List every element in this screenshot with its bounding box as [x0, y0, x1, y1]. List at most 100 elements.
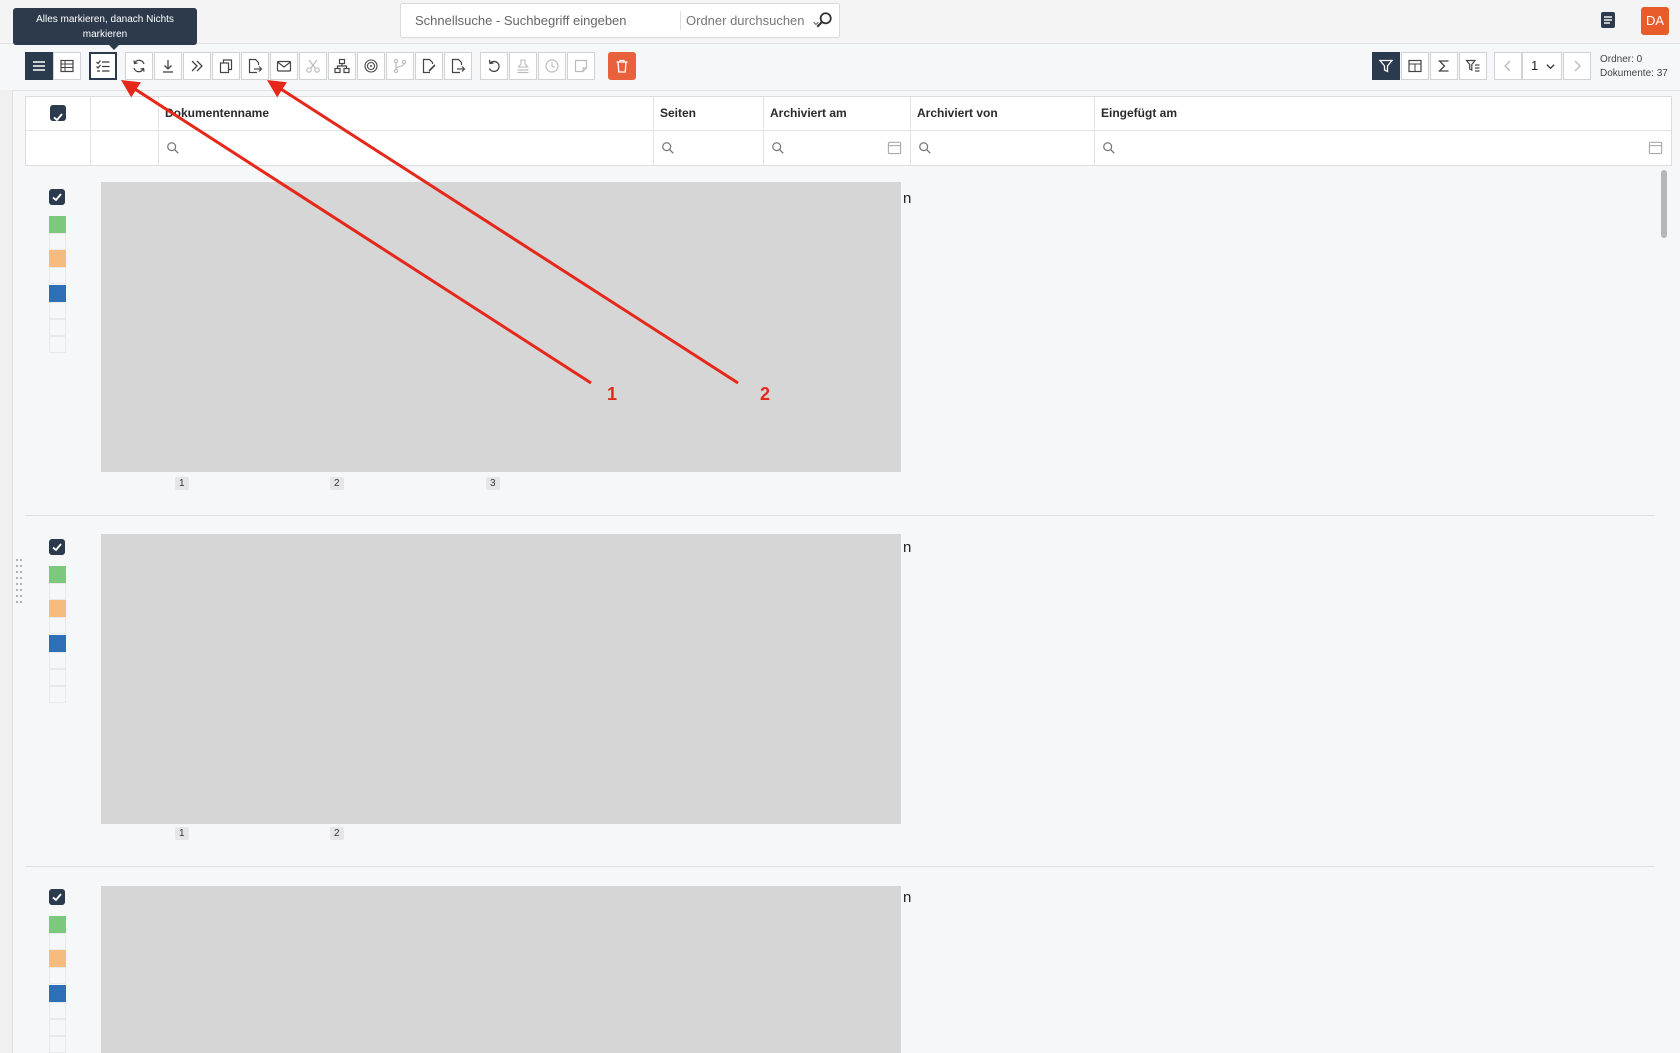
document-preview[interactable] [101, 886, 901, 1053]
columns-button[interactable] [1401, 52, 1429, 80]
row-checkbox[interactable] [49, 889, 65, 905]
column-header-pages[interactable]: Seiten [654, 97, 764, 129]
export-button[interactable] [241, 52, 269, 80]
select-all-button[interactable] [89, 52, 117, 80]
tag-empty[interactable] [49, 267, 66, 284]
forward-button[interactable] [183, 52, 211, 80]
row-checkbox[interactable] [49, 539, 65, 555]
tag-empty[interactable] [49, 319, 66, 336]
calendar-icon[interactable] [1648, 140, 1663, 155]
undo-icon [488, 59, 500, 73]
filter-archived-by[interactable] [911, 130, 1095, 165]
tag-green[interactable] [49, 216, 66, 233]
sum-button[interactable] [1430, 52, 1458, 80]
copy-button[interactable] [212, 52, 240, 80]
tag-empty[interactable] [49, 686, 66, 703]
tag-empty[interactable] [49, 233, 66, 250]
filter-button[interactable] [1372, 52, 1400, 80]
history-button[interactable] [538, 52, 566, 80]
checkmark-icon [52, 543, 62, 552]
undo-button[interactable] [480, 52, 508, 80]
select-all-checkbox[interactable] [50, 105, 66, 122]
copy-icon [219, 59, 233, 74]
document-preview[interactable] [101, 534, 901, 824]
search-input[interactable] [401, 4, 679, 37]
column-header-archived-by[interactable]: Archiviert von [911, 97, 1095, 129]
table-view-button[interactable] [53, 52, 81, 80]
tag-empty[interactable] [49, 336, 66, 353]
document-preview[interactable] [101, 182, 901, 472]
refresh-button[interactable] [125, 52, 153, 80]
envelope-icon [276, 60, 292, 72]
move-document-button[interactable] [444, 52, 472, 80]
fingerprint-button[interactable] [357, 52, 385, 80]
note-button[interactable] [567, 52, 595, 80]
grid-header: Dokumentenname Seiten Archiviert am Arch… [25, 96, 1672, 166]
tag-empty[interactable] [49, 652, 66, 669]
tag-empty[interactable] [49, 302, 66, 319]
search-scope-dropdown[interactable]: Ordner durchsuchen ⌄ [680, 11, 821, 30]
scrollbar[interactable] [1661, 170, 1667, 238]
filter-inserted-on[interactable] [1095, 130, 1671, 165]
page-select[interactable]: 1 [1522, 52, 1562, 80]
resize-handle-icon[interactable] [15, 556, 23, 606]
delete-button[interactable] [608, 52, 636, 80]
tag-empty[interactable] [49, 967, 66, 984]
tag-empty[interactable] [49, 617, 66, 634]
list-view-button[interactable] [25, 52, 53, 80]
cut-button[interactable] [299, 52, 327, 80]
table-row[interactable]: n 1 2 3 [25, 166, 1655, 516]
page-number[interactable]: 3 [486, 477, 500, 490]
next-page-button[interactable] [1563, 52, 1591, 80]
previous-page-button[interactable] [1494, 52, 1522, 80]
item-counts: Ordner: 0 Dokumente: 37 [1600, 53, 1668, 81]
row-checkbox[interactable] [49, 189, 65, 205]
search-icon[interactable] [815, 11, 833, 29]
tag-empty[interactable] [49, 1036, 66, 1053]
branch-icon [393, 58, 407, 74]
download-button[interactable] [154, 52, 182, 80]
download-icon [163, 60, 173, 73]
column-header-document-name[interactable]: Dokumentenname [159, 97, 654, 129]
tag-empty[interactable] [49, 669, 66, 686]
list-icon [33, 61, 45, 71]
tag-empty[interactable] [49, 583, 66, 600]
structure-button[interactable] [328, 52, 356, 80]
tag-orange[interactable] [49, 600, 66, 617]
branch-button[interactable] [386, 52, 414, 80]
fingerprint-icon [364, 59, 378, 73]
page-number[interactable]: 2 [330, 827, 344, 840]
edit-document-button[interactable] [415, 52, 443, 80]
tag-empty[interactable] [49, 1002, 66, 1019]
tag-orange[interactable] [49, 250, 66, 267]
column-header-inserted-on[interactable]: Eingefügt am [1095, 97, 1671, 129]
calendar-icon[interactable] [887, 140, 902, 155]
filter-pages[interactable] [654, 130, 764, 165]
tag-empty[interactable] [49, 1019, 66, 1036]
table-row[interactable]: n 1 2 [25, 516, 1655, 867]
page-number[interactable]: 1 [175, 827, 189, 840]
tag-green[interactable] [49, 916, 66, 933]
search-icon [662, 142, 674, 154]
tag-orange[interactable] [49, 950, 66, 967]
email-button[interactable] [270, 52, 298, 80]
table-row[interactable]: n [25, 867, 1655, 1053]
tag-blue[interactable] [49, 985, 66, 1002]
tag-blue[interactable] [49, 635, 66, 652]
filter-settings-button[interactable] [1459, 52, 1487, 80]
stamp-button[interactable] [509, 52, 537, 80]
filter-archived-on[interactable] [764, 130, 911, 165]
tag-blue[interactable] [49, 285, 66, 302]
checkmark-icon [52, 193, 62, 202]
filter-document-name[interactable] [159, 130, 654, 165]
page-number[interactable]: 1 [175, 477, 189, 490]
chevron-right-icon [1574, 60, 1581, 72]
page-number[interactable]: 2 [330, 477, 344, 490]
document-icon[interactable] [1598, 10, 1618, 30]
tag-green[interactable] [49, 566, 66, 583]
user-avatar[interactable]: DA [1641, 7, 1669, 35]
column-header-archived-on[interactable]: Archiviert am [764, 97, 911, 129]
sigma-icon [1437, 60, 1449, 72]
tag-empty[interactable] [49, 933, 66, 950]
header-tag-cell [91, 97, 159, 129]
